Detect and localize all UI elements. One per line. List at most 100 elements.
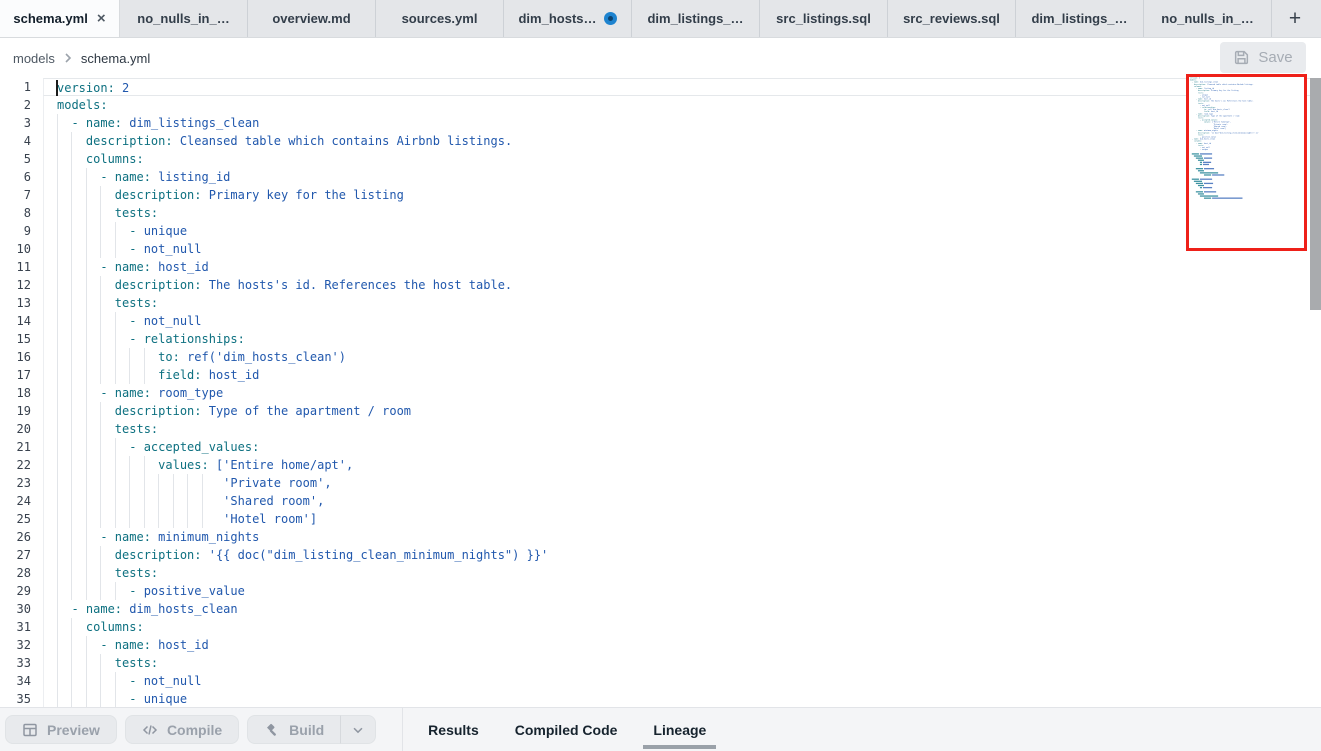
code-line[interactable]: 17 field: host_id [0,366,1321,384]
panel-tab-compiled-code[interactable]: Compiled Code [513,708,620,751]
code-line[interactable]: 30 - name: dim_hosts_clean [0,600,1321,618]
editor-tab[interactable]: dim_listings_… [632,0,760,37]
panel-tab-label: Lineage [653,722,706,738]
code-line[interactable]: 21 - accepted_values: [0,438,1321,456]
preview-label: Preview [47,722,100,738]
editor-tab[interactable]: no_nulls_in_… [1144,0,1272,37]
line-number: 24 [0,492,31,510]
code-line[interactable]: 16 to: ref('dim_hosts_clean') [0,348,1321,366]
code-line[interactable]: 18 - name: room_type [0,384,1321,402]
code-line[interactable]: 12 description: The hosts's id. Referenc… [0,276,1321,294]
save-icon [1233,49,1250,66]
code-line[interactable]: 7 description: Primary key for the listi… [0,186,1321,204]
build-split-button: Build [247,715,376,744]
build-button[interactable]: Build [247,715,341,744]
breadcrumb-file: schema.yml [81,51,150,66]
code-editor[interactable]: 1version: 22models:3 - name: dim_listing… [0,78,1321,707]
editor-tab[interactable]: dim_hosts… [504,0,632,37]
line-number: 17 [0,366,31,384]
bottom-action-bar: Preview Compile Build [0,707,1321,751]
code-line[interactable]: 24 'Shared room', [0,492,1321,510]
panel-divider [402,708,403,751]
line-number: 21 [0,438,31,456]
code-line[interactable]: 35 - unique [0,690,1321,707]
panel-tab-results[interactable]: Results [426,708,481,751]
line-number: 1 [0,78,31,96]
new-tab-button[interactable]: + [1281,5,1309,33]
tab-label: dim_hosts… [518,11,596,26]
editor-tab[interactable]: src_reviews.sql [888,0,1016,37]
close-icon[interactable]: × [97,11,106,26]
code-line[interactable]: 23 'Private room', [0,474,1321,492]
code-line[interactable]: 6 - name: listing_id [0,168,1321,186]
editor-scrollbar[interactable] [1310,78,1321,310]
code-line[interactable]: 31 columns: [0,618,1321,636]
code-line[interactable]: 14 - not_null [0,312,1321,330]
code-line[interactable]: 4 description: Cleansed table which cont… [0,132,1321,150]
code-line[interactable]: 28 tests: [0,564,1321,582]
code-line[interactable]: 29 - positive_value [0,582,1321,600]
tab-label: no_nulls_in_… [1161,11,1253,26]
text-cursor [56,80,58,96]
dbt-ide-window: schema.yml × no_nulls_in_… overview.md sourc… [0,0,1321,751]
tab-label: sources.yml [402,11,478,26]
line-number: 4 [0,132,31,150]
compile-button[interactable]: Compile [125,715,239,744]
code-line[interactable]: 1version: 2 [0,78,1321,96]
code-line[interactable]: 32 - name: host_id [0,636,1321,654]
preview-button[interactable]: Preview [5,715,117,744]
tab-label: no_nulls_in_… [137,11,229,26]
code-line[interactable]: 13 tests: [0,294,1321,312]
line-number: 31 [0,618,31,636]
tab-label: overview.md [272,11,350,26]
line-number: 2 [0,96,31,114]
line-number: 14 [0,312,31,330]
panel-tab-label: Results [428,722,479,738]
panel-tab-label: Compiled Code [515,722,618,738]
editor-tab-bar: schema.yml × no_nulls_in_… overview.md sourc… [0,0,1321,38]
tab-label: schema.yml [13,11,87,26]
line-number: 10 [0,240,31,258]
code-line[interactable]: 10 - not_null [0,240,1321,258]
line-number: 18 [0,384,31,402]
hammer-icon [264,722,280,738]
editor-tab[interactable]: sources.yml [376,0,504,37]
breadcrumb-folder[interactable]: models [13,51,55,66]
code-line[interactable]: 2models: [0,96,1321,114]
code-line[interactable]: 26 - name: minimum_nights [0,528,1321,546]
code-line[interactable]: 3 - name: dim_listings_clean [0,114,1321,132]
build-options-button[interactable] [341,715,376,744]
build-label: Build [289,722,324,738]
editor-tab[interactable]: no_nulls_in_… [120,0,248,37]
code-line[interactable]: 9 - unique [0,222,1321,240]
code-line[interactable]: 20 tests: [0,420,1321,438]
tab-label: dim_listings_… [647,11,743,26]
code-line[interactable]: 22 values: ['Entire home/apt', [0,456,1321,474]
plus-icon: + [1289,7,1301,31]
editor-tab[interactable]: overview.md [248,0,376,37]
editor-tab[interactable]: schema.yml × [0,0,120,37]
save-button[interactable]: Save [1220,42,1306,73]
panel-tab-lineage[interactable]: Lineage [651,708,708,751]
editor-tab[interactable]: src_listings.sql [760,0,888,37]
code-line[interactable]: 25 'Hotel room'] [0,510,1321,528]
code-line[interactable]: 5 columns: [0,150,1321,168]
tab-label: src_listings.sql [776,11,871,26]
tab-label: src_reviews.sql [903,11,1000,26]
line-number: 25 [0,510,31,528]
code-line[interactable]: 8 tests: [0,204,1321,222]
line-number: 33 [0,654,31,672]
minimap-annotation[interactable]: version: 2models: - name: dim_listings_c… [1186,74,1307,251]
code-line[interactable]: 33 tests: [0,654,1321,672]
code-line[interactable]: 15 - relationships: [0,330,1321,348]
code-line[interactable]: 11 - name: host_id [0,258,1321,276]
code-line[interactable]: 27 description: '{{ doc("dim_listing_cle… [0,546,1321,564]
code-line[interactable]: 19 description: Type of the apartment / … [0,402,1321,420]
tab-label: dim_listings_… [1031,11,1127,26]
modified-dot-icon [604,12,617,25]
line-number: 11 [0,258,31,276]
line-number: 30 [0,600,31,618]
code-line[interactable]: 34 - not_null [0,672,1321,690]
editor-tab[interactable]: dim_listings_… [1016,0,1144,37]
line-number: 35 [0,690,31,707]
